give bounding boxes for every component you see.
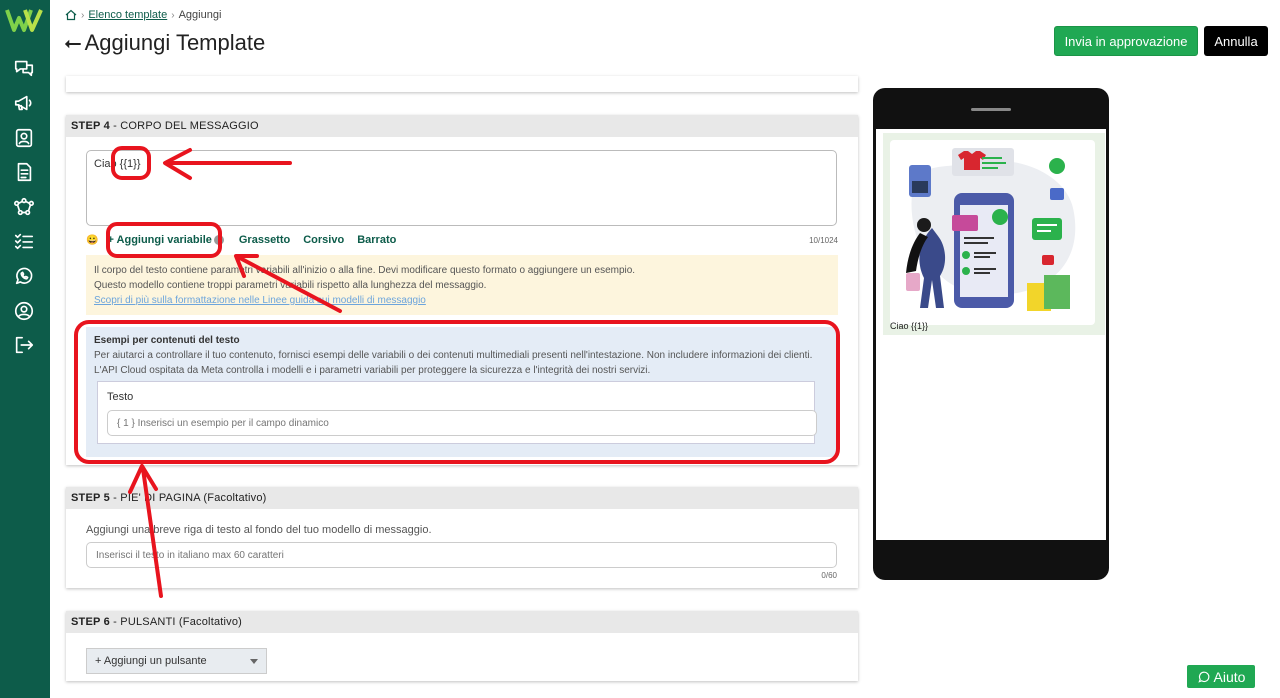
step4-card: STEP 4 - CORPO DEL MESSAGGIO Ciao {{1}} …: [66, 115, 858, 465]
emoji-icon[interactable]: 😀: [86, 235, 98, 246]
chevron-down-icon: [250, 659, 258, 664]
step5-number: STEP 5: [71, 492, 110, 504]
submit-approval-button[interactable]: Invia in approvazione: [1054, 26, 1198, 56]
step6-card: STEP 6 - PULSANTI (Facoltativo) + Aggiun…: [66, 611, 858, 681]
shopping-illustration: [894, 143, 1092, 313]
footer-description: Aggiungi una breve riga di testo al fond…: [86, 524, 432, 536]
checklist-icon[interactable]: [13, 230, 37, 254]
home-icon[interactable]: [65, 9, 77, 21]
add-button-dropdown[interactable]: + Aggiungi un pulsante: [86, 648, 267, 674]
strikethrough-button[interactable]: Barrato: [357, 234, 396, 246]
char-counter: 10/1024: [809, 235, 838, 245]
step4-number: STEP 4: [71, 120, 110, 132]
phone-screen: Ciao {{1}}: [876, 129, 1106, 540]
previous-step-card: [66, 76, 858, 92]
warning-box: Il corpo del testo contiene parametri va…: [86, 255, 838, 315]
examples-description: Per aiutarci a controllare il tuo conten…: [94, 350, 813, 376]
logout-icon[interactable]: [13, 334, 37, 358]
page-title-text: Aggiungi Template: [84, 30, 266, 55]
step5-title: - PIE' DI PAGINA (Facoltativo): [109, 492, 267, 504]
examples-title: Esempi per contenuti del testo: [94, 335, 240, 346]
cancel-button[interactable]: Annulla: [1204, 26, 1268, 56]
help-button[interactable]: Aiuto: [1186, 664, 1256, 689]
preview-message-text: Ciao {{1}}: [890, 321, 929, 331]
page-title: ⭠ Aggiungi Template: [64, 30, 265, 56]
italic-button[interactable]: Corsivo: [303, 234, 344, 246]
step5-card: STEP 5 - PIE' DI PAGINA (Facoltativo) Ag…: [66, 487, 858, 588]
step6-header: STEP 6 - PULSANTI (Facoltativo): [66, 611, 858, 633]
add-variable-button[interactable]: + Aggiungi variabile i: [107, 234, 224, 246]
message-body-textarea[interactable]: Ciao {{1}}: [86, 150, 837, 226]
phone-preview: Ciao {{1}}: [873, 88, 1109, 580]
chat-background: Ciao {{1}}: [883, 133, 1105, 335]
guidelines-link[interactable]: Scopri di più sulla formattazione nelle …: [94, 293, 830, 308]
warning-line-2: Questo modello contiene troppi parametri…: [94, 280, 487, 291]
add-button-label: + Aggiungi un pulsante: [95, 655, 207, 667]
back-arrow-icon[interactable]: ⭠: [64, 30, 82, 56]
step4-header: STEP 4 - CORPO DEL MESSAGGIO: [66, 115, 858, 137]
contacts-icon[interactable]: [13, 127, 37, 151]
breadcrumb-separator: ›: [171, 9, 175, 21]
examples-inner-box: Testo: [97, 381, 817, 444]
step6-title: - PULSANTI (Facoltativo): [109, 616, 243, 628]
phone-speaker: [971, 108, 1011, 111]
breadcrumb-separator: ›: [81, 9, 85, 21]
message-bubble: Ciao {{1}}: [890, 140, 1095, 331]
document-icon[interactable]: [13, 161, 37, 185]
step5-header: STEP 5 - PIE' DI PAGINA (Facoltativo): [66, 487, 858, 509]
breadcrumb-template-list-link[interactable]: Elenco template: [88, 9, 167, 21]
examples-label: Testo: [107, 391, 134, 403]
chat-icon[interactable]: [13, 57, 37, 81]
examples-section: Esempi per contenuti del testo Per aiuta…: [86, 327, 838, 457]
breadcrumb: › Elenco template › Aggiungi: [65, 9, 221, 21]
breadcrumb-current: Aggiungi: [178, 9, 222, 21]
variable-example-input[interactable]: [107, 410, 817, 436]
bold-button[interactable]: Grassetto: [239, 234, 290, 246]
flow-icon[interactable]: [13, 196, 37, 220]
whatsapp-icon[interactable]: [13, 265, 37, 289]
megaphone-icon[interactable]: [13, 92, 37, 116]
logo[interactable]: [5, 6, 45, 34]
sidebar: [0, 0, 50, 698]
format-toolbar: 😀 + Aggiungi variabile i Grassetto Corsiv…: [86, 232, 838, 248]
help-label: Aiuto: [1213, 668, 1246, 685]
user-icon[interactable]: [13, 300, 37, 324]
footer-text-input[interactable]: [86, 542, 837, 568]
step6-number: STEP 6: [71, 616, 110, 628]
footer-char-counter: 0/60: [821, 571, 837, 580]
warning-line-1: Il corpo del testo contiene parametri va…: [94, 265, 636, 276]
whatsapp-icon: [1197, 671, 1209, 683]
step4-title: - CORPO DEL MESSAGGIO: [109, 120, 259, 132]
add-variable-label: + Aggiungi variabile: [107, 234, 212, 246]
info-icon[interactable]: i: [213, 235, 224, 245]
